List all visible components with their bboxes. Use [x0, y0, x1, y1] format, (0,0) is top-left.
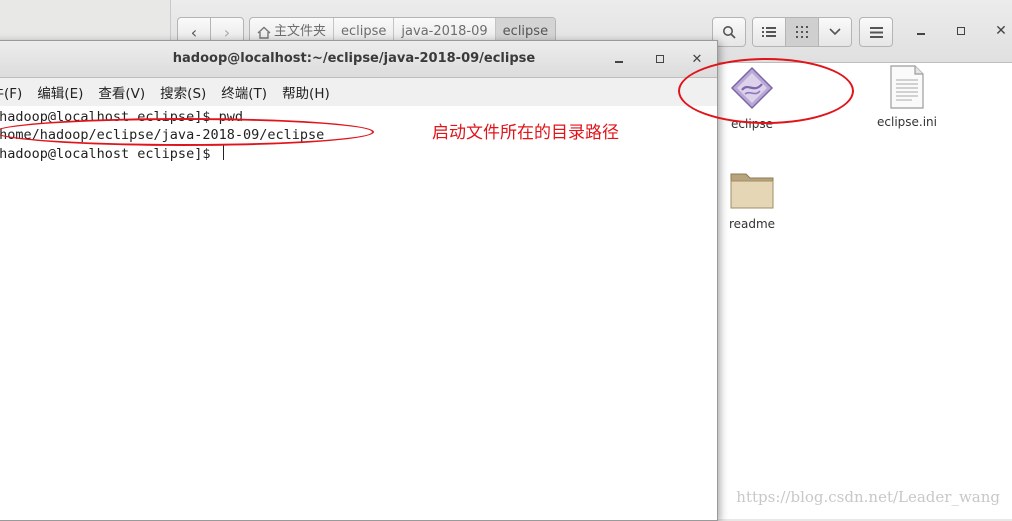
annotation-ellipse-path — [0, 118, 374, 146]
file-label: eclipse.ini — [877, 115, 937, 129]
maximize-icon — [957, 27, 965, 35]
folder-readme[interactable]: readme — [707, 168, 797, 231]
annotation-note: 启动文件所在的目录路径 — [432, 123, 619, 143]
list-icon — [762, 27, 776, 37]
view-switcher — [752, 17, 852, 47]
menu-file[interactable]: 文件(F) — [0, 82, 22, 102]
close-icon: ✕ — [691, 51, 703, 67]
hamburger-icon — [869, 26, 883, 38]
terminal-window: hadoop@localhost:~/eclipse/java-2018-09/… — [0, 40, 718, 521]
terminal-menubar: 文件(F) 编辑(E) 查看(V) 搜索(S) 终端(T) 帮助(H) — [0, 78, 717, 106]
text-cursor — [222, 145, 224, 160]
chevron-right-icon: › — [223, 22, 231, 42]
terminal-minimize-button[interactable] — [609, 49, 629, 69]
grid-icon — [796, 26, 808, 38]
terminal-output[interactable]: [hadoop@localhost eclipse]$ pwd /home/ha… — [0, 107, 717, 519]
view-options-button[interactable] — [819, 18, 851, 46]
watermark: https://blog.csdn.net/Leader_wang — [736, 488, 1000, 506]
menu-help[interactable]: 帮助(H) — [282, 82, 330, 102]
grid-view-button[interactable] — [786, 18, 819, 46]
close-icon: ✕ — [995, 23, 1007, 39]
minimize-icon — [917, 33, 925, 35]
menu-button[interactable] — [859, 17, 893, 47]
menu-edit[interactable]: 编辑(E) — [37, 82, 83, 102]
folder-icon — [730, 173, 774, 209]
file-eclipse-ini[interactable]: eclipse.ini — [862, 64, 952, 129]
maximize-icon — [656, 55, 664, 63]
terminal-maximize-button[interactable] — [650, 49, 670, 69]
list-view-button[interactable] — [753, 18, 786, 46]
menu-view[interactable]: 查看(V) — [98, 82, 145, 102]
menu-search[interactable]: 搜索(S) — [160, 82, 206, 102]
terminal-prompt-line: [hadoop@localhost eclipse]$ — [0, 145, 224, 162]
menu-terminal[interactable]: 终端(T) — [221, 82, 267, 102]
maximize-button[interactable] — [951, 21, 971, 41]
terminal-close-button[interactable]: ✕ — [687, 49, 707, 69]
terminal-line: [hadoop@localhost eclipse]$ — [0, 146, 219, 162]
chevron-left-icon: ‹ — [190, 22, 198, 42]
file-label: readme — [728, 217, 776, 231]
text-file-icon — [890, 65, 924, 109]
home-icon — [257, 26, 271, 39]
terminal-titlebar[interactable]: hadoop@localhost:~/eclipse/java-2018-09/… — [0, 41, 717, 78]
annotation-ellipse-eclipse — [678, 58, 854, 124]
search-icon — [723, 26, 736, 39]
chevron-down-icon — [829, 28, 841, 36]
close-button[interactable]: ✕ — [991, 21, 1011, 41]
minimize-button[interactable] — [911, 21, 931, 41]
minimize-icon — [615, 61, 623, 63]
